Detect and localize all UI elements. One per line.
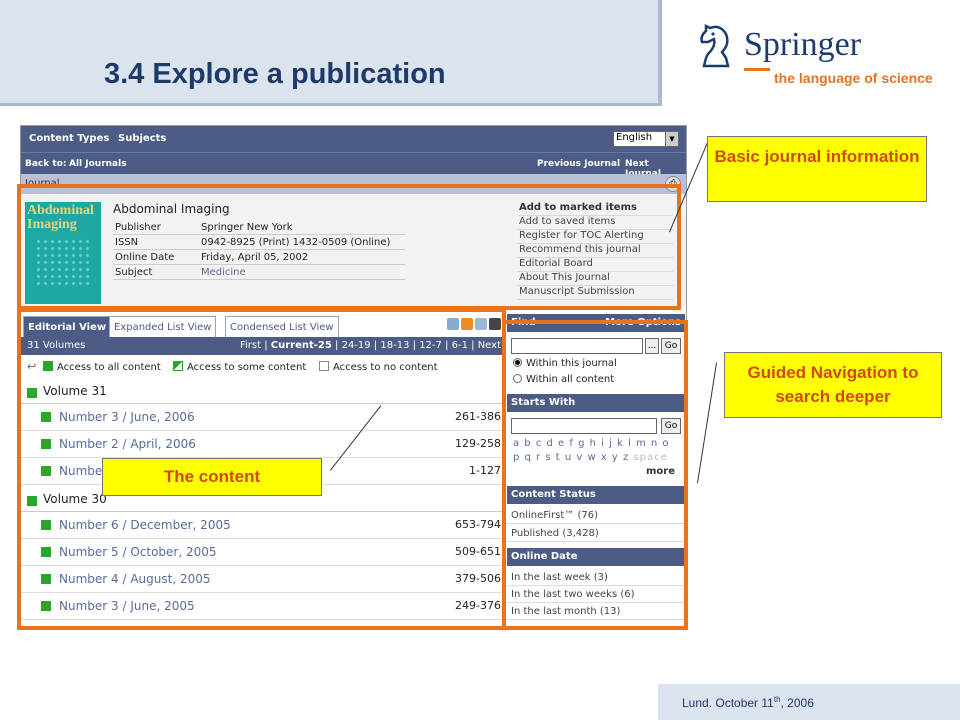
leader-line-guided-nav <box>697 362 718 484</box>
footer-suffix: , 2006 <box>780 696 814 710</box>
footer-prefix: Lund. October 11 <box>682 696 774 710</box>
all-journals-link[interactable]: All Journals <box>69 159 127 169</box>
footer-band: Lund. October 11th, 2006 <box>658 684 960 720</box>
header-separator <box>658 0 662 106</box>
breadcrumb-bar: Back to: All Journals Previous Journal N… <box>21 152 686 179</box>
knight-chess-icon <box>700 23 730 68</box>
logo-underline <box>744 68 770 71</box>
guided-nav-highlight <box>502 320 688 630</box>
callout-the-content: The content <box>102 458 322 496</box>
nav-content-types[interactable]: Content Types <box>29 133 109 144</box>
previous-journal-link[interactable]: Previous Journal <box>537 159 620 169</box>
language-value: English <box>616 132 653 143</box>
logo-wordmark: Springer <box>744 26 862 63</box>
callout-guided-navigation: Guided Navigation to search deeper <box>724 352 942 418</box>
callout-basic-journal-info: Basic journal information <box>707 136 927 202</box>
nav-subjects[interactable]: Subjects <box>118 133 166 144</box>
top-navbar: Content Types Subjects English ▼ <box>21 126 686 152</box>
footer-date: Lund. October 11th, 2006 <box>682 695 814 710</box>
logo-tagline: the language of science <box>774 70 933 86</box>
back-to-label: Back to: <box>25 159 67 169</box>
springer-logo: Springer the language of science <box>696 20 946 90</box>
slide-title: 3.4 Explore a publication <box>104 58 446 90</box>
language-select[interactable]: English ▼ <box>613 131 679 147</box>
chevron-down-icon: ▼ <box>665 132 678 146</box>
journal-info-highlight <box>17 184 681 310</box>
footer-sup: th <box>773 695 781 704</box>
